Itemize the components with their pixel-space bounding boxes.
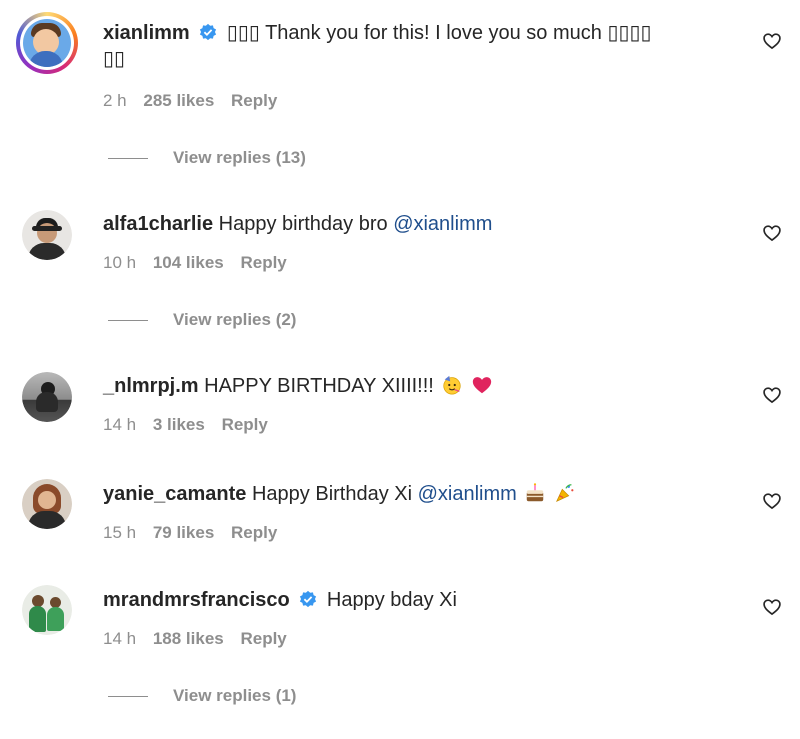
comment-meta: 14 h 188 likes Reply — [103, 628, 299, 650]
comment-text-line: alfa1charlie Happy birthday bro @xianlim… — [103, 211, 743, 237]
username[interactable]: xianlimm — [103, 22, 190, 44]
comment-meta: 14 h 3 likes Reply — [103, 414, 280, 436]
likes-count[interactable]: 3 likes — [153, 415, 205, 434]
likes-count[interactable]: 285 likes — [143, 91, 214, 110]
timestamp: 2 h — [103, 91, 127, 110]
likes-count[interactable]: 79 likes — [153, 523, 214, 542]
heart-icon[interactable] — [762, 385, 782, 405]
glyph-boxes: ▯▯▯▯ — [607, 22, 652, 44]
reply-button[interactable]: Reply — [231, 91, 277, 110]
divider — [108, 158, 148, 160]
comment-text: Happy Birthday Xi — [251, 483, 413, 505]
glyph-boxes: ▯▯ — [103, 48, 126, 70]
view-replies-button[interactable]: View replies (2) — [108, 309, 296, 331]
avatar[interactable] — [16, 12, 78, 74]
heart-icon[interactable] — [762, 223, 782, 243]
view-replies-button[interactable]: View replies (13) — [108, 147, 306, 169]
timestamp: 10 h — [103, 253, 137, 272]
avatar[interactable] — [22, 210, 72, 260]
comment-text: Happy bday Xi — [326, 589, 457, 611]
mention-link[interactable]: @xianlimm — [393, 213, 492, 235]
comment-meta: 10 h 104 likes Reply — [103, 252, 299, 274]
cake-emoji — [527, 483, 544, 502]
heart-icon[interactable] — [762, 31, 782, 51]
avatar[interactable] — [22, 372, 72, 422]
comment-text-line: yanie_camante Happy Birthday Xi @xianlim… — [103, 481, 743, 507]
comment-text: HAPPY BIRTHDAY XIIII!!! — [204, 375, 434, 397]
reply-button[interactable]: Reply — [240, 629, 286, 648]
timestamp: 15 h — [103, 523, 137, 542]
comment-text-line: _nlmrpj.m HAPPY BIRTHDAY XIIII!!! — [103, 373, 743, 399]
view-replies-label: View replies (13) — [173, 148, 306, 167]
comment-meta: 2 h 285 likes Reply — [103, 90, 289, 112]
username[interactable]: alfa1charlie — [103, 213, 213, 235]
view-replies-label: View replies (1) — [173, 686, 297, 705]
avatar[interactable] — [22, 479, 72, 529]
timestamp: 14 h — [103, 629, 137, 648]
comment-text: Thank you for this! I love you so much — [265, 22, 602, 44]
username[interactable]: mrandmrsfrancisco — [103, 589, 290, 611]
mention-link[interactable]: @xianlimm — [418, 483, 517, 505]
likes-count[interactable]: 104 likes — [153, 253, 224, 272]
divider — [108, 696, 148, 698]
heart-icon[interactable] — [762, 491, 782, 511]
divider — [108, 320, 148, 322]
comment-text: Happy birthday bro — [218, 213, 388, 235]
verified-badge-icon — [200, 23, 217, 41]
avatar[interactable] — [22, 585, 72, 635]
view-replies-button[interactable]: View replies (1) — [108, 685, 296, 707]
red-heart-emoji — [472, 377, 492, 394]
reply-button[interactable]: Reply — [231, 523, 277, 542]
heart-icon[interactable] — [762, 597, 782, 617]
reply-button[interactable]: Reply — [222, 415, 268, 434]
partying-face-emoji — [443, 375, 462, 395]
verified-badge-icon — [300, 590, 317, 608]
party-popper-emoji — [555, 484, 574, 502]
glyph-boxes: ▯▯▯ — [226, 22, 260, 44]
view-replies-label: View replies (2) — [173, 310, 297, 329]
likes-count[interactable]: 188 likes — [153, 629, 224, 648]
username[interactable]: yanie_camante — [103, 483, 246, 505]
comment-text-line: xianlimm ▯▯▯ Thank you for this! I love … — [103, 20, 743, 72]
timestamp: 14 h — [103, 415, 137, 434]
comment-text-line: mrandmrsfrancisco Happy bday Xi — [103, 587, 743, 613]
comment-meta: 15 h 79 likes Reply — [103, 522, 289, 544]
reply-button[interactable]: Reply — [240, 253, 286, 272]
username[interactable]: _nlmrpj.m — [103, 375, 199, 397]
